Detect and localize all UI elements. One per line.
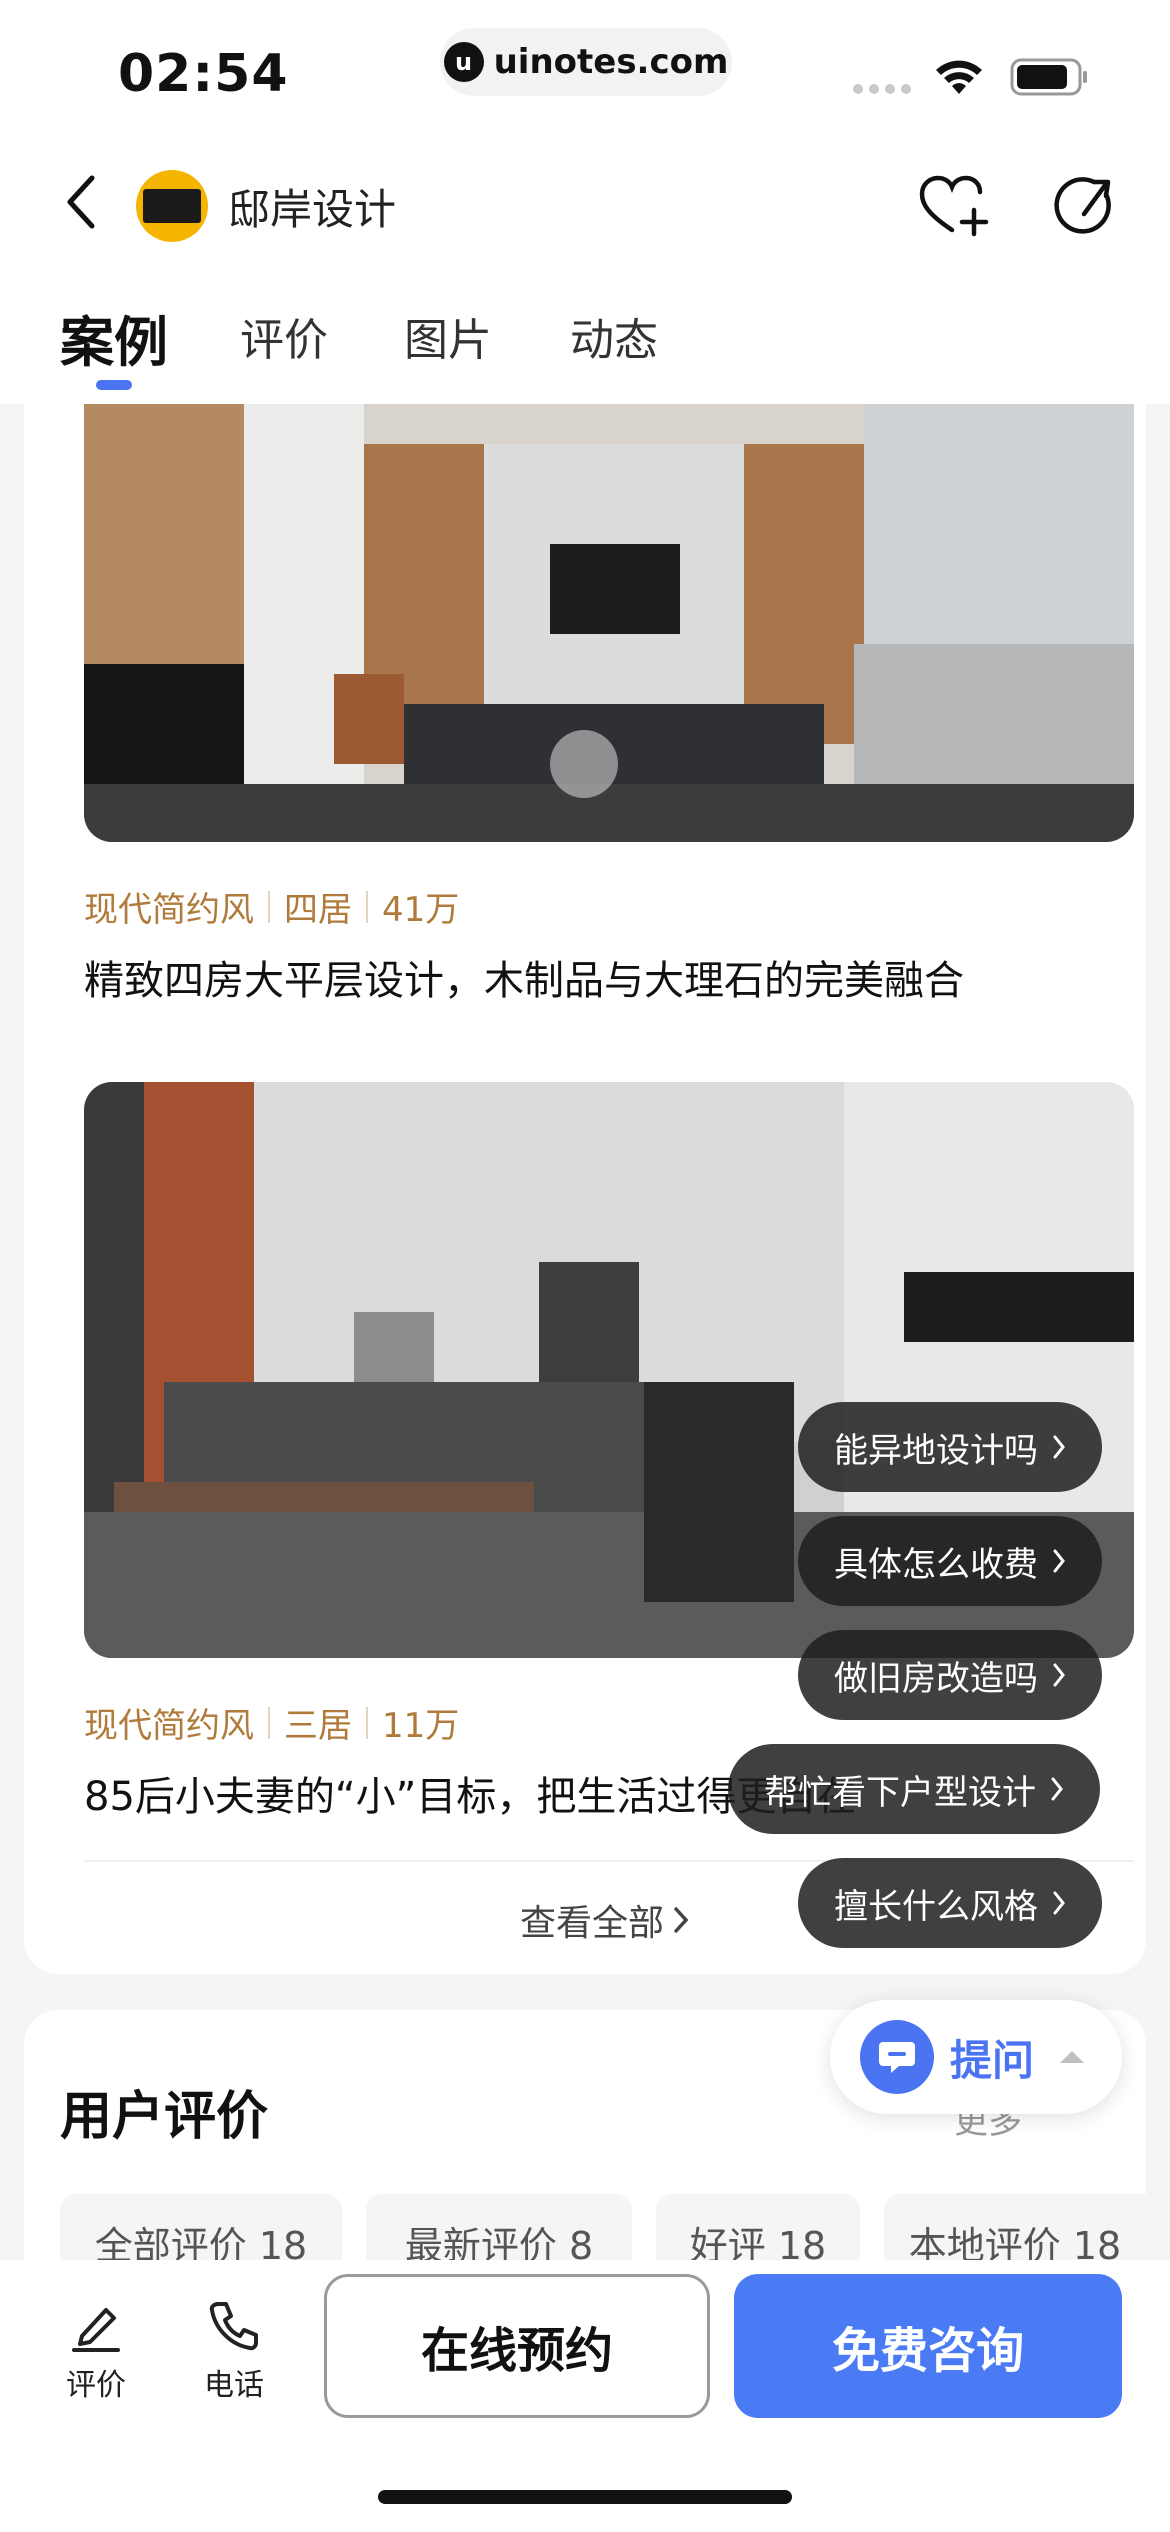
nav-bar: 邸岸设计 <box>0 140 1170 264</box>
quick-question-1[interactable]: 能异地设计吗 <box>798 1402 1102 1492</box>
quick-question-label: 帮忙看下户型设计 <box>764 1772 1036 1813</box>
ask-label: 提问 <box>950 2035 1035 2085</box>
write-review-button[interactable]: 评价 <box>46 2298 146 2404</box>
quick-question-label: 做旧房改造吗 <box>834 1658 1038 1699</box>
case-tag-budget: 41万 <box>382 890 460 930</box>
free-consult-button[interactable]: 免费咨询 <box>734 2274 1122 2418</box>
quick-question-3[interactable]: 做旧房改造吗 <box>798 1630 1102 1720</box>
quick-question-label: 能异地设计吗 <box>834 1430 1038 1471</box>
case-tag-budget: 11万 <box>382 1706 460 1746</box>
chevron-right-icon <box>1053 1435 1065 1459</box>
cases-card: 现代简约风 四居 41万 精致四房大平层设计，木制品与大理石的完美融合 现代简约… <box>24 404 1146 1974</box>
quick-question-2[interactable]: 具体怎么收费 <box>798 1516 1102 1606</box>
follow-heart-plus-icon[interactable] <box>918 174 990 238</box>
status-bar: 02:54 u uinotes.com <box>0 0 1170 140</box>
tab-active-indicator <box>96 380 132 390</box>
chevron-right-icon <box>674 1907 689 1933</box>
tab-updates[interactable]: 动态 <box>570 304 658 368</box>
share-icon[interactable] <box>1054 174 1118 238</box>
chat-bubble-icon <box>860 2020 934 2094</box>
phone-button[interactable]: 电话 <box>184 2298 284 2404</box>
case-image-1[interactable] <box>84 404 1134 842</box>
battery-icon <box>1010 58 1087 96</box>
phone-label: 电话 <box>204 2368 264 2403</box>
chevron-right-icon <box>1053 1891 1065 1915</box>
quick-question-label: 具体怎么收费 <box>834 1544 1038 1585</box>
view-all-link[interactable]: 查看全部 <box>520 1894 690 1946</box>
case-tag-style: 现代简约风 <box>84 890 254 930</box>
chevron-right-icon <box>1051 1777 1063 1801</box>
quick-question-label: 擅长什么风格 <box>834 1886 1038 1927</box>
case-tag-style: 现代简约风 <box>84 1706 254 1746</box>
case-2-tags: 现代简约风 三居 11万 <box>84 1698 459 1747</box>
site-logo-icon: u <box>443 42 484 82</box>
tab-bar: 案例 评价 图片 动态 <box>0 264 1170 404</box>
online-booking-button[interactable]: 在线预约 <box>324 2274 710 2418</box>
case-1-tags: 现代简约风 四居 41万 <box>84 882 459 931</box>
collapse-caret-icon <box>1060 2051 1085 2063</box>
case-1-title[interactable]: 精致四房大平层设计，木制品与大理石的完美融合 <box>84 948 964 1006</box>
ask-question-button[interactable]: 提问 <box>830 2000 1122 2114</box>
chevron-right-icon <box>1053 1549 1065 1573</box>
cellular-signal-icon <box>853 84 911 94</box>
wifi-icon <box>936 60 982 94</box>
shop-avatar[interactable] <box>136 170 208 242</box>
home-indicator <box>378 2490 792 2504</box>
reviews-title: 用户评价 <box>60 2087 269 2147</box>
url-pill[interactable]: u uinotes.com <box>440 28 732 96</box>
tab-cases[interactable]: 案例 <box>60 298 168 377</box>
url-text: uinotes.com <box>493 42 729 82</box>
phone-icon <box>209 2302 258 2351</box>
chevron-right-icon <box>1053 1663 1065 1687</box>
tab-reviews[interactable]: 评价 <box>240 304 328 368</box>
shop-name[interactable]: 邸岸设计 <box>228 176 396 237</box>
tab-photos[interactable]: 图片 <box>404 304 492 368</box>
quick-question-4[interactable]: 帮忙看下户型设计 <box>728 1744 1100 1834</box>
case-tag-rooms: 四居 <box>284 890 352 930</box>
back-arrow-icon[interactable] <box>58 172 102 232</box>
pencil-icon <box>72 2308 120 2352</box>
case-tag-rooms: 三居 <box>284 1706 352 1746</box>
write-review-label: 评价 <box>66 2368 126 2403</box>
quick-question-5[interactable]: 擅长什么风格 <box>798 1858 1102 1948</box>
view-all-label: 查看全部 <box>520 1903 665 1944</box>
status-time: 02:54 <box>118 44 289 104</box>
